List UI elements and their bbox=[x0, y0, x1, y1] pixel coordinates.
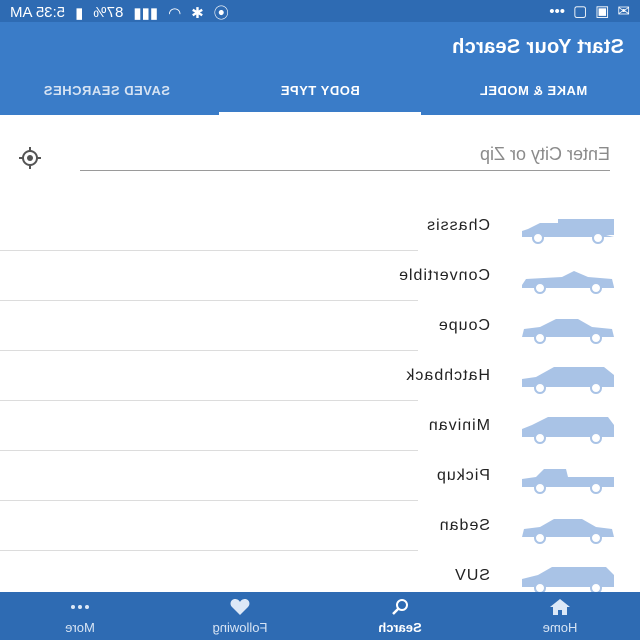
message-icon: ✉ bbox=[617, 3, 630, 20]
home-icon bbox=[550, 599, 570, 615]
app-screen: ✉ ▣ ▢ ••• ⦿ ✱ ◠ ▮▮▮ 87% ▮ 5:35 AM Start … bbox=[0, 0, 640, 640]
tab-bar: MAKE & MODEL BODY TYPE SAVED SEARCHES bbox=[0, 80, 640, 115]
heart-icon bbox=[230, 599, 250, 615]
nav-following[interactable]: Following bbox=[160, 592, 320, 640]
wifi-icon: ◠ bbox=[168, 4, 182, 22]
body-type-label: Hatchback bbox=[405, 367, 490, 384]
body-type-list: Chassis Convertible Coupe Hatchback Mini… bbox=[0, 201, 640, 601]
battery-icon: ▮ bbox=[75, 4, 84, 22]
nav-label: Home bbox=[542, 620, 578, 635]
notification-icon: ▢ bbox=[573, 3, 588, 20]
body-type-label: Chassis bbox=[426, 217, 490, 234]
body-type-label: Pickup bbox=[435, 467, 490, 484]
tab-saved-searches[interactable]: SAVED SEARCHES bbox=[0, 80, 213, 115]
tab-make-model[interactable]: MAKE & MODEL bbox=[427, 80, 640, 115]
more-notifications-icon: ••• bbox=[549, 2, 566, 20]
hatchback-car-icon bbox=[522, 367, 614, 394]
nav-more[interactable]: More bbox=[0, 592, 160, 640]
body-type-label: Coupe bbox=[437, 317, 490, 334]
location-input[interactable] bbox=[80, 142, 610, 165]
convertible-car-icon bbox=[522, 271, 614, 294]
status-right: ⦿ ✱ ◠ ▮▮▮ 87% ▮ 5:35 AM bbox=[10, 2, 229, 23]
bottom-navigation: Home Search Following More bbox=[0, 592, 640, 640]
body-type-row-minivan[interactable]: Minivan bbox=[0, 401, 640, 451]
bluetooth-icon: ✱ bbox=[191, 4, 204, 22]
signal-icon: ▮▮▮ bbox=[133, 4, 159, 22]
body-type-row-convertible[interactable]: Convertible bbox=[0, 251, 640, 301]
body-type-row-sedan[interactable]: Sedan bbox=[0, 501, 640, 551]
nav-label: Search bbox=[378, 620, 422, 635]
more-dots-icon bbox=[71, 605, 89, 609]
tab-body-type[interactable]: BODY TYPE bbox=[213, 80, 426, 115]
coupe-car-icon bbox=[522, 319, 614, 344]
body-type-label: Minivan bbox=[427, 417, 490, 434]
status-left: ✉ ▣ ▢ ••• bbox=[549, 2, 630, 21]
search-icon bbox=[392, 599, 408, 615]
status-bar: ✉ ▣ ▢ ••• ⦿ ✱ ◠ ▮▮▮ 87% ▮ 5:35 AM bbox=[0, 0, 640, 22]
sedan-car-icon bbox=[522, 519, 614, 544]
body-type-label: Convertible bbox=[398, 267, 490, 284]
nav-search[interactable]: Search bbox=[320, 592, 480, 640]
nav-label: More bbox=[65, 620, 95, 635]
nav-label: Following bbox=[212, 620, 268, 635]
minivan-icon bbox=[522, 417, 614, 444]
app-header: Start Your Search MAKE & MODEL BODY TYPE… bbox=[0, 22, 640, 115]
body-type-label: SUV bbox=[454, 567, 490, 584]
clock: 5:35 AM bbox=[10, 4, 66, 21]
page-title: Start Your Search bbox=[451, 36, 624, 58]
image-icon: ▣ bbox=[595, 3, 610, 20]
body-type-row-coupe[interactable]: Coupe bbox=[0, 301, 640, 351]
my-location-icon[interactable] bbox=[18, 146, 42, 170]
pickup-truck-icon bbox=[522, 469, 614, 494]
location-search-field[interactable] bbox=[80, 142, 610, 171]
suv-car-icon bbox=[522, 567, 614, 594]
body-type-row-pickup[interactable]: Pickup bbox=[0, 451, 640, 501]
nav-home[interactable]: Home bbox=[480, 592, 640, 640]
chassis-truck-icon bbox=[522, 219, 614, 244]
location-icon: ⦿ bbox=[213, 5, 229, 22]
body-type-row-hatchback[interactable]: Hatchback bbox=[0, 351, 640, 401]
battery-percent: 87% bbox=[93, 4, 124, 21]
body-type-label: Sedan bbox=[438, 517, 490, 534]
body-type-row-chassis[interactable]: Chassis bbox=[0, 201, 640, 251]
